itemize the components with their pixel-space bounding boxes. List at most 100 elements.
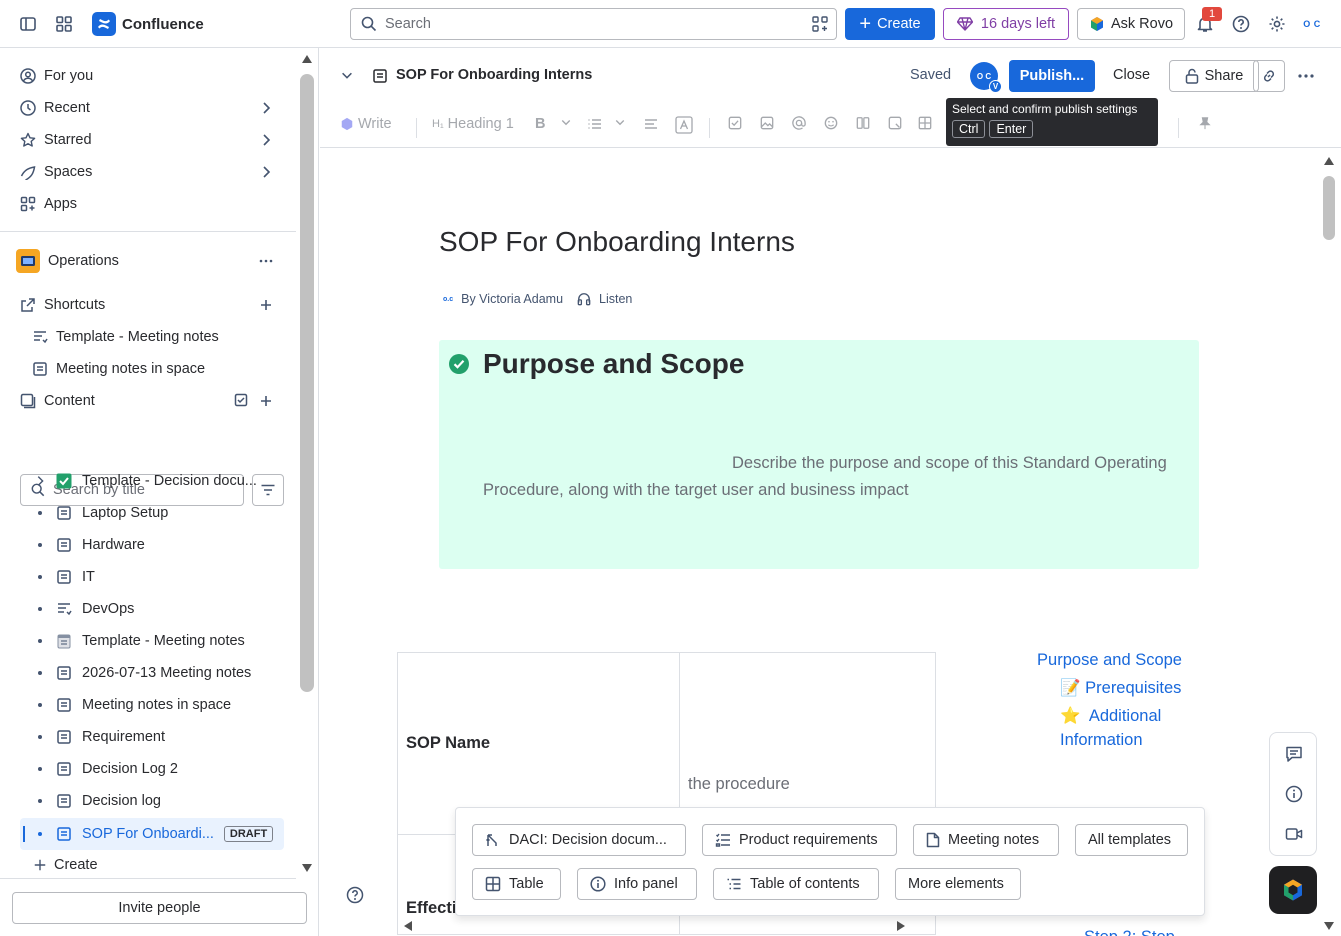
scroll-up-arrow-icon[interactable] [1323, 156, 1335, 166]
nav-starred[interactable]: Starred [12, 124, 286, 156]
comment-icon[interactable] [1285, 745, 1303, 763]
search-filter-icon[interactable] [812, 16, 828, 32]
rovo-chat-button[interactable] [1269, 866, 1317, 914]
insert-toc-button[interactable]: Table of contents [713, 868, 879, 900]
all-templates-button[interactable]: All templates [1075, 824, 1188, 856]
more-actions-icon[interactable] [1296, 66, 1316, 86]
insert-table-button[interactable]: Table [472, 868, 561, 900]
sidebar-scrollbar-thumb[interactable] [300, 74, 314, 692]
scroll-right-arrow-icon[interactable] [896, 920, 906, 932]
content-filter-icon[interactable] [234, 393, 250, 409]
tree-item[interactable]: Meeting notes in space [20, 690, 284, 720]
chevron-down-icon[interactable] [560, 116, 572, 128]
nav-spaces[interactable]: Spaces [12, 156, 286, 188]
shortcut-item[interactable]: Template - Meeting notes [12, 321, 286, 353]
success-panel[interactable]: Purpose and Scope Describe the purpose a… [439, 340, 1199, 569]
tree-item[interactable]: Decision log [20, 786, 284, 816]
table-icon[interactable] [918, 116, 932, 130]
template-meeting-notes-button[interactable]: Meeting notes [913, 824, 1059, 856]
help-icon[interactable] [1229, 12, 1253, 36]
toc-link[interactable]: Purpose and Scope [1037, 651, 1182, 669]
gear-icon[interactable] [1265, 12, 1289, 36]
help-icon[interactable] [346, 886, 364, 904]
nav-for-you[interactable]: For you [12, 60, 286, 92]
layout-icon[interactable] [856, 116, 870, 130]
image-icon[interactable] [760, 116, 774, 130]
ask-rovo-button[interactable]: Ask Rovo [1077, 8, 1185, 40]
trial-button[interactable]: 16 days left [943, 8, 1069, 40]
scroll-left-arrow-icon[interactable] [403, 920, 413, 932]
template-product-requirements-button[interactable]: Product requirements [702, 824, 897, 856]
chevron-right-icon[interactable] [258, 100, 274, 116]
listen-button[interactable]: Listen [599, 292, 632, 306]
scroll-up-arrow-icon[interactable] [301, 54, 313, 64]
nav-recent[interactable]: Recent [12, 92, 286, 124]
insert-info-panel-button[interactable]: Info panel [577, 868, 697, 900]
confluence-logo[interactable]: Confluence [92, 12, 204, 36]
invite-people-button[interactable]: Invite people [12, 892, 307, 924]
sidebar-toggle-icon[interactable] [16, 12, 40, 36]
bold-icon[interactable]: B [535, 116, 545, 132]
pin-toolbar-icon[interactable] [1198, 116, 1212, 130]
tree-item[interactable]: IT [20, 562, 284, 592]
more-actions-icon[interactable] [258, 253, 274, 269]
toc-item[interactable]: ⭐ Additional Information [1000, 704, 1180, 752]
tree-item[interactable]: DevOps [20, 594, 284, 624]
content-section[interactable]: Content [12, 385, 286, 417]
chevron-down-icon[interactable] [340, 68, 354, 82]
search-input[interactable] [385, 16, 795, 32]
tree-item[interactable]: Template - Decision docu... [20, 466, 284, 496]
tree-item-current-page[interactable]: SOP For Onboardi... DRAFT [20, 818, 284, 850]
main-scrollbar-thumb[interactable] [1323, 176, 1335, 240]
chevron-right-icon[interactable] [258, 164, 274, 180]
space-operations[interactable]: Operations [12, 245, 286, 277]
bullet-list-icon[interactable] [587, 116, 603, 132]
shortcut-item[interactable]: Meeting notes in space [12, 353, 286, 385]
video-icon[interactable] [1285, 825, 1303, 843]
write-tool[interactable]: Write [340, 116, 392, 132]
more-elements-button[interactable]: More elements [895, 868, 1021, 900]
scroll-down-arrow-icon[interactable] [301, 863, 313, 873]
app-switcher-icon[interactable] [52, 12, 76, 36]
panel-heading[interactable]: Purpose and Scope [483, 348, 744, 380]
user-avatar[interactable]: O C [1300, 12, 1324, 36]
toc-link[interactable]: Step 2: Step [1084, 928, 1175, 936]
tree-item[interactable]: Requirement [20, 722, 284, 752]
toc-link[interactable]: Prerequisites [1085, 679, 1181, 697]
macro-icon[interactable] [888, 116, 902, 130]
chevron-down-icon[interactable] [614, 116, 626, 128]
chevron-right-icon[interactable] [28, 474, 52, 488]
copy-link-button[interactable] [1253, 60, 1285, 92]
author-name[interactable]: By Victoria Adamu [461, 292, 563, 306]
share-button[interactable]: Share [1169, 60, 1259, 92]
create-page-item[interactable]: Create [20, 850, 284, 880]
shortcuts-section[interactable]: Shortcuts [12, 289, 286, 321]
text-color-icon[interactable] [675, 116, 693, 134]
add-shortcut-icon[interactable] [258, 297, 274, 313]
breadcrumb-title[interactable]: SOP For Onboarding Interns [396, 67, 592, 83]
tree-item[interactable]: Hardware [20, 530, 284, 560]
mention-icon[interactable] [792, 116, 806, 130]
info-icon[interactable] [1285, 785, 1303, 803]
page-title[interactable]: SOP For Onboarding Interns [439, 226, 795, 258]
heading-select[interactable]: H₁ Heading 1 [432, 116, 514, 132]
template-daci-button[interactable]: DACI: Decision docum... [472, 824, 686, 856]
panel-placeholder[interactable]: Describe the purpose and scope of this S… [483, 450, 1183, 504]
tree-item[interactable]: Laptop Setup [20, 498, 284, 528]
tree-item[interactable]: Decision Log 2 [20, 754, 284, 784]
tree-item[interactable]: Template - Meeting notes [20, 626, 284, 656]
close-button[interactable]: Close [1113, 67, 1150, 83]
toc-item[interactable]: Purpose and Scope [1000, 648, 1200, 672]
global-search[interactable] [350, 8, 837, 40]
action-item-icon[interactable] [728, 116, 742, 130]
chevron-right-icon[interactable] [258, 132, 274, 148]
add-content-icon[interactable] [258, 393, 274, 409]
tree-item[interactable]: 2026-07-13 Meeting notes [20, 658, 284, 688]
toc-partial-link[interactable]: Step 2: Step [1084, 928, 1175, 936]
publish-button[interactable]: Publish... [1009, 60, 1095, 92]
toc-item[interactable]: 📝 Prerequisites [1000, 676, 1200, 700]
emoji-icon[interactable] [824, 116, 838, 130]
create-button[interactable]: + Create [845, 8, 935, 40]
align-icon[interactable] [643, 116, 659, 132]
nav-apps[interactable]: Apps [12, 188, 286, 220]
